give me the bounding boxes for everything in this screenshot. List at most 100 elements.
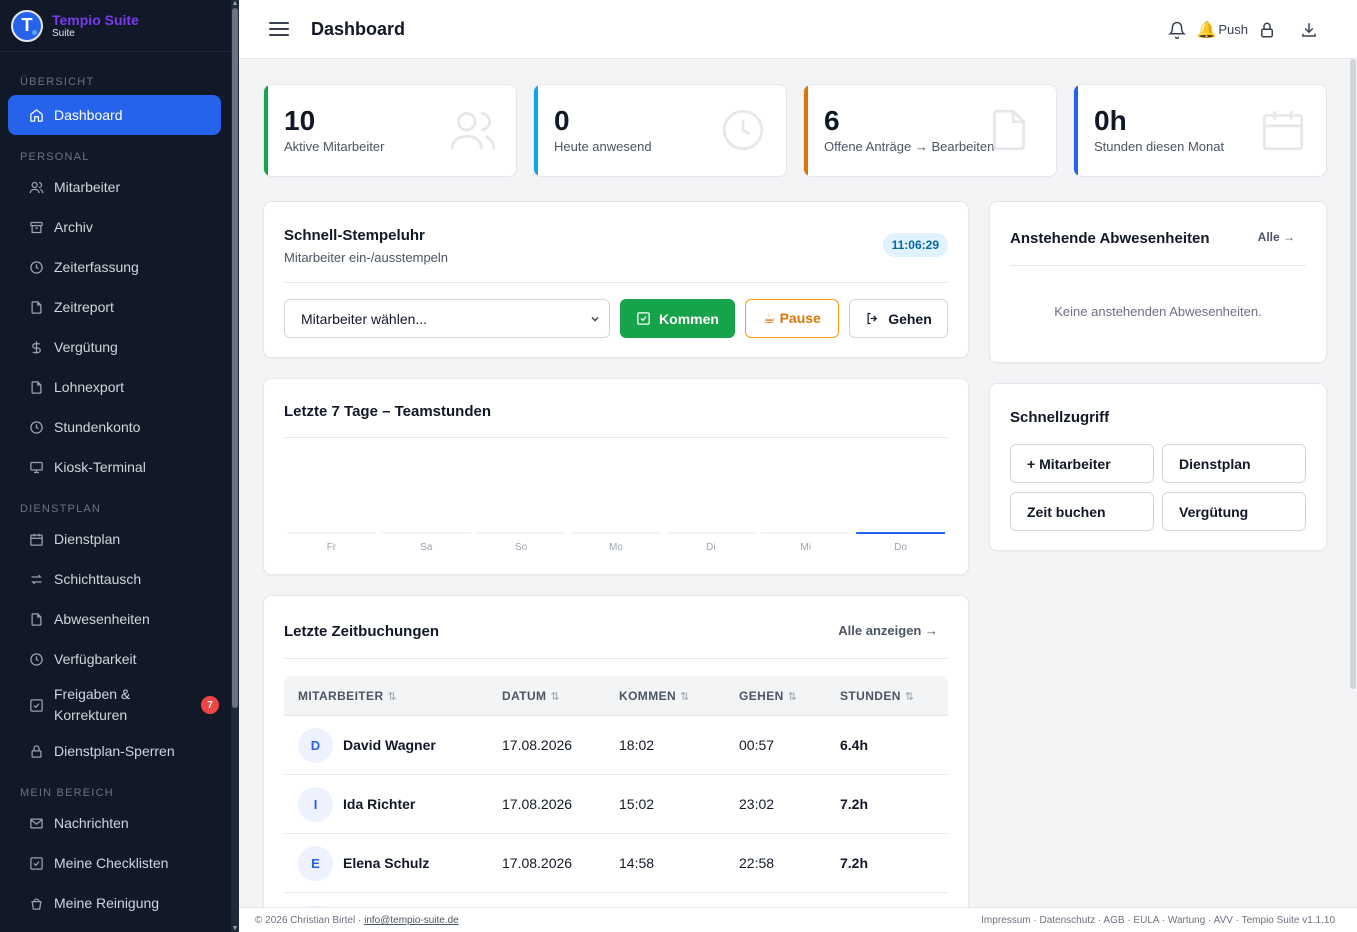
stat-card-offene-antraege[interactable]: 6 Offene Anträge → Bearbeiten [803, 84, 1057, 177]
alle-anzeigen-link[interactable]: Alle anzeigen → [838, 623, 938, 638]
chart-bar-fr [287, 532, 376, 534]
column-header-mitarbeiter[interactable]: Mitarbeiter ⇅ [298, 689, 397, 703]
clock-icon [28, 419, 44, 435]
bell-icon[interactable] [1166, 19, 1188, 41]
users-icon [448, 105, 498, 155]
stat-card-stunden-monat[interactable]: 0h Stunden diesen Monat [1073, 84, 1327, 177]
employee-name: David Wagner [343, 737, 436, 753]
chart-tick-label: Mo [609, 542, 623, 553]
stat-value: 0 [554, 105, 570, 136]
table-row[interactable]: D David Wagner 17.08.2026 18:02 00:57 6.… [284, 716, 948, 775]
sidebar-item-stundenkonto[interactable]: Stundenkonto [8, 407, 221, 447]
chart-tick-label: Sa [420, 542, 433, 553]
sidebar-item-zeitreport[interactable]: Zeitreport [8, 287, 221, 327]
sidebar-item-dienstplan[interactable]: Dienstplan [8, 519, 221, 559]
clock-time-badge: 11:06:29 [882, 233, 948, 257]
employee-select[interactable]: Mitarbeiter wählen... [284, 299, 610, 338]
gehen-label: Gehen [888, 310, 932, 327]
sidebar-item-verfuegbarkeit[interactable]: Verfügbarkeit [8, 639, 221, 679]
sidebar-item-lohnexport[interactable]: Lohnexport [8, 367, 221, 407]
kommen-label: Kommen [659, 310, 719, 327]
table-header: Mitarbeiter ⇅ Datum ⇅ Kommen ⇅ Gehen ⇅ Stund… [284, 676, 948, 716]
stat-value: 10 [284, 105, 316, 136]
avatar: D [298, 728, 333, 763]
stat-value: 6 [824, 105, 840, 136]
brand-name: Tempio Suite [52, 11, 139, 28]
avatar: E [298, 846, 333, 881]
sidebar-item-mitarbeiter[interactable]: Mitarbeiter [8, 167, 221, 207]
divider [284, 437, 948, 438]
sidebar-item-abwesenheiten[interactable]: Abwesenheiten [8, 599, 221, 639]
calendar-icon [1258, 105, 1308, 155]
sidebar-item-freigaben[interactable]: Freigaben & Korrekturen 7 [8, 679, 221, 731]
column-header-gehen[interactable]: Gehen ⇅ [739, 689, 797, 703]
kommen-button[interactable]: Kommen [620, 299, 735, 338]
sidebar-scrollbar[interactable]: ▲ ▼ [231, 0, 239, 932]
empty-state: Keine anstehenden Abwesenheiten. [1054, 304, 1262, 319]
sidebar-item-label: Kiosk-Terminal [54, 459, 146, 475]
table-row[interactable]: E Elena Schulz 17.08.2026 14:58 22:58 7.… [284, 834, 948, 893]
menu-toggle-button[interactable] [269, 19, 289, 39]
sidebar-item-meine-reinigung[interactable]: Meine Reinigung [8, 883, 221, 923]
chart-tick-label: Do [894, 542, 907, 553]
divider [284, 282, 948, 283]
quick-add-mitarbeiter-button[interactable]: + Mitarbeiter [1010, 444, 1154, 483]
pause-button[interactable]: ☕ Pause [745, 299, 839, 338]
column-header-kommen[interactable]: Kommen ⇅ [619, 689, 690, 703]
stat-card-aktive-mitarbeiter[interactable]: 10 Aktive Mitarbeiter [263, 84, 517, 177]
sidebar-item-archiv[interactable]: Archiv [8, 207, 221, 247]
quick-verguetung-button[interactable]: Vergütung [1162, 492, 1306, 531]
cell-date: 17.08.2026 [502, 796, 573, 812]
stat-accent [1074, 85, 1078, 176]
sidebar-item-zeiterfassung[interactable]: Zeiterfassung [8, 247, 221, 287]
alle-link[interactable]: Alle → [1258, 230, 1295, 244]
sort-icon: ⇅ [387, 691, 398, 703]
page-scroll-thumb[interactable] [1350, 59, 1356, 689]
brand[interactable]: T Tempio Suite Suite [0, 0, 239, 52]
quick-zeit-buchen-button[interactable]: Zeit buchen [1010, 492, 1154, 531]
download-icon[interactable] [1298, 19, 1320, 41]
sidebar-item-kiosk-terminal[interactable]: Kiosk-Terminal [8, 447, 221, 487]
clock-icon [28, 259, 44, 275]
check-square-icon [28, 855, 44, 871]
quick-dienstplan-button[interactable]: Dienstplan [1162, 444, 1306, 483]
cell-out: 23:02 [739, 796, 775, 812]
sort-icon: ⇅ [904, 691, 915, 703]
page-scrollbar[interactable] [1349, 59, 1357, 907]
stat-label: Stunden diesen Monat [1094, 139, 1225, 154]
sidebar-scroll-thumb[interactable] [232, 8, 238, 708]
cell-hours: 7.2h [840, 855, 869, 871]
column-header-stunden[interactable]: Stunden ⇅ [840, 689, 914, 703]
email-link[interactable]: info@tempio-suite.de [364, 915, 459, 926]
lock-icon[interactable] [1256, 19, 1278, 41]
sidebar-item-dienstplan-sperren[interactable]: Dienstplan-Sperren [8, 731, 221, 771]
stat-card-heute-anwesend[interactable]: 0 Heute anwesend [533, 84, 787, 177]
chart-bar-sa [381, 532, 471, 534]
home-icon [28, 107, 44, 123]
footer: © 2026 Christian Birtel · info@tempio-su… [239, 907, 1357, 932]
archive-icon [28, 219, 44, 235]
push-button[interactable]: 🔔 Push [1196, 20, 1248, 40]
column-header-datum[interactable]: Datum ⇅ [502, 689, 560, 703]
sidebar-item-label: Meine Checklisten [54, 855, 169, 871]
chart-tick-label: So [515, 542, 528, 553]
sidebar-item-label: Nachrichten [54, 815, 129, 831]
nav-section-mein-bereich: Mein Bereich [20, 787, 114, 799]
footer-links[interactable]: Impressum · Datenschutz · AGB · EULA · W… [981, 915, 1335, 926]
stat-label[interactable]: Offene Anträge → Bearbeiten [824, 139, 994, 154]
sidebar-item-nachrichten[interactable]: Nachrichten [8, 803, 221, 843]
sidebar-item-meine-checklisten[interactable]: Meine Checklisten [8, 843, 221, 883]
sidebar-item-verguetung[interactable]: Vergütung [8, 327, 221, 367]
sidebar-item-label: Dienstplan [54, 531, 121, 547]
stat-accent [264, 85, 268, 176]
brand-sub: Suite [52, 27, 75, 39]
calendar-icon [28, 531, 44, 547]
sidebar-item-dashboard[interactable]: Dashboard [8, 95, 221, 135]
sort-icon: ⇅ [787, 691, 798, 703]
push-label: Push [1218, 22, 1248, 37]
mail-icon [28, 815, 44, 831]
sidebar-item-schichttausch[interactable]: Schichttausch [8, 559, 221, 599]
chevron-down-icon [589, 312, 601, 324]
table-row[interactable]: I Ida Richter 17.08.2026 15:02 23:02 7.2… [284, 775, 948, 834]
gehen-button[interactable]: Gehen [849, 299, 948, 338]
